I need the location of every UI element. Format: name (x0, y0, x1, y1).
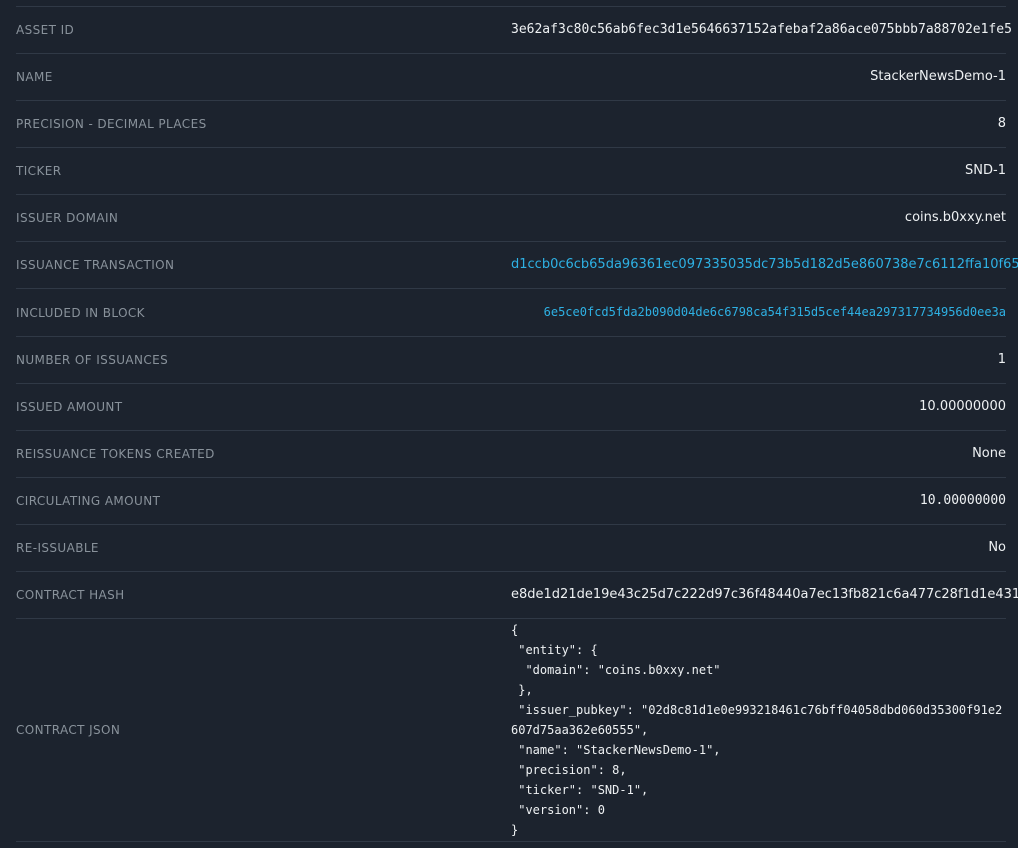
ticker-value: SND-1 (511, 163, 1006, 179)
contract-json-value: { "entity": { "domain": "coins.b0xxy.net… (511, 620, 1006, 840)
asset-details-table: ASSET ID 3e62af3c80c56ab6fec3d1e56466371… (0, 0, 1018, 842)
row-reissuable: RE-ISSUABLE No (16, 524, 1006, 571)
row-issuance-transaction: ISSUANCE TRANSACTION d1ccb0c6cb65da96361… (16, 241, 1006, 288)
precision-value: 8 (511, 116, 1006, 132)
issuer-domain-label: ISSUER DOMAIN (16, 210, 511, 226)
contract-json-label: CONTRACT JSON (16, 722, 511, 738)
row-precision: PRECISION - DECIMAL PLACES 8 (16, 100, 1006, 147)
row-contract-json: CONTRACT JSON { "entity": { "domain": "c… (16, 618, 1006, 842)
issued-amount-value: 10.00000000 (511, 399, 1006, 415)
name-value: StackerNewsDemo-1 (511, 69, 1006, 85)
issued-amount-label: ISSUED AMOUNT (16, 399, 511, 415)
row-name: NAME StackerNewsDemo-1 (16, 53, 1006, 100)
row-issued-amount: ISSUED AMOUNT 10.00000000 (16, 383, 1006, 430)
contract-json-code: { "entity": { "domain": "coins.b0xxy.net… (511, 620, 1006, 840)
precision-label: PRECISION - DECIMAL PLACES (16, 116, 511, 132)
issuer-domain-value: coins.b0xxy.net (511, 210, 1006, 226)
circulating-amount-label: CIRCULATING AMOUNT (16, 493, 511, 509)
contract-hash-value: e8de1d21de19e43c25d7c222d97c36f48440a7ec… (511, 587, 1006, 603)
row-number-of-issuances: NUMBER OF ISSUANCES 1 (16, 336, 1006, 383)
reissuance-tokens-value: None (511, 446, 1006, 462)
issuance-transaction-label: ISSUANCE TRANSACTION (16, 257, 511, 273)
row-contract-hash: CONTRACT HASH e8de1d21de19e43c25d7c222d9… (16, 571, 1006, 618)
number-of-issuances-label: NUMBER OF ISSUANCES (16, 352, 511, 368)
name-label: NAME (16, 69, 511, 85)
issuance-transaction-link[interactable]: d1ccb0c6cb65da96361ec097335035dc73b5d182… (511, 257, 1018, 272)
issuance-transaction-value: d1ccb0c6cb65da96361ec097335035dc73b5d182… (511, 257, 1006, 273)
reissuance-tokens-label: REISSUANCE TOKENS CREATED (16, 446, 511, 462)
row-reissuance-tokens: REISSUANCE TOKENS CREATED None (16, 430, 1006, 477)
asset-id-label: ASSET ID (16, 22, 511, 38)
row-issuer-domain: ISSUER DOMAIN coins.b0xxy.net (16, 194, 1006, 241)
row-asset-id: ASSET ID 3e62af3c80c56ab6fec3d1e56466371… (16, 6, 1006, 53)
included-in-block-label: INCLUDED IN BLOCK (16, 305, 511, 321)
reissuable-value: No (511, 540, 1006, 556)
row-included-in-block: INCLUDED IN BLOCK 6e5ce0fcd5fda2b090d04d… (16, 288, 1006, 336)
circulating-amount-value: 10.00000000 (511, 493, 1006, 509)
row-ticker: TICKER SND-1 (16, 147, 1006, 194)
number-of-issuances-value: 1 (511, 352, 1006, 368)
asset-id-value: 3e62af3c80c56ab6fec3d1e5646637152afebaf2… (511, 22, 1006, 38)
contract-hash-label: CONTRACT HASH (16, 587, 511, 603)
included-in-block-link[interactable]: 6e5ce0fcd5fda2b090d04de6c6798ca54f315d5c… (544, 305, 1006, 319)
ticker-label: TICKER (16, 163, 511, 179)
reissuable-label: RE-ISSUABLE (16, 540, 511, 556)
row-circulating-amount: CIRCULATING AMOUNT 10.00000000 (16, 477, 1006, 524)
included-in-block-value: 6e5ce0fcd5fda2b090d04de6c6798ca54f315d5c… (511, 304, 1006, 321)
